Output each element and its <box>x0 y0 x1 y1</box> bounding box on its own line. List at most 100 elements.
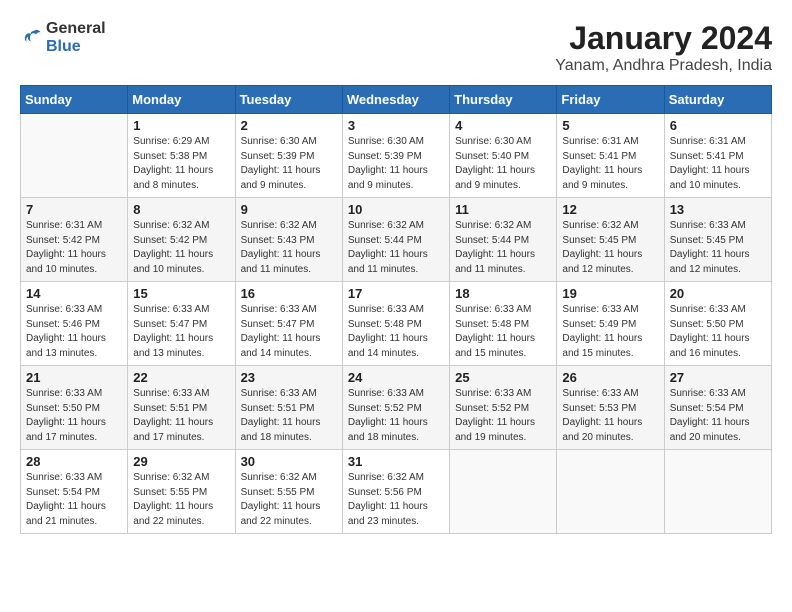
day-info: Sunrise: 6:33 AMSunset: 5:47 PMDaylight:… <box>133 303 229 361</box>
calendar-table: SundayMondayTuesdayWednesdayThursdayFrid… <box>20 85 772 534</box>
calendar-cell: 23 Sunrise: 6:33 AMSunset: 5:51 PMDayligh… <box>235 366 342 450</box>
calendar-cell: 9 Sunrise: 6:32 AMSunset: 5:43 PMDaylight… <box>235 198 342 282</box>
calendar-cell: 30 Sunrise: 6:32 AMSunset: 5:55 PMDayligh… <box>235 450 342 534</box>
calendar-cell: 21 Sunrise: 6:33 AMSunset: 5:50 PMDayligh… <box>21 366 128 450</box>
day-number: 25 <box>455 370 551 385</box>
month-title: January 2024 <box>555 20 772 57</box>
day-number: 4 <box>455 118 551 133</box>
day-number: 8 <box>133 202 229 217</box>
calendar-week-row: 14 Sunrise: 6:33 AMSunset: 5:46 PMDayligh… <box>21 282 772 366</box>
day-number: 1 <box>133 118 229 133</box>
day-number: 19 <box>562 286 658 301</box>
day-number: 14 <box>26 286 122 301</box>
day-info: Sunrise: 6:32 AMSunset: 5:43 PMDaylight:… <box>241 219 337 277</box>
calendar-cell <box>557 450 664 534</box>
calendar-cell: 5Sunrise: 6:31 AMSunset: 5:41 PMDaylight… <box>557 114 664 198</box>
day-info: Sunrise: 6:32 AMSunset: 5:44 PMDaylight:… <box>348 219 444 277</box>
day-number: 23 <box>241 370 337 385</box>
day-info: Sunrise: 6:32 AMSunset: 5:56 PMDaylight:… <box>348 471 444 529</box>
calendar-header-row: SundayMondayTuesdayWednesdayThursdayFrid… <box>21 86 772 114</box>
calendar-cell: 22Sunrise: 6:33 AMSunset: 5:51 PMDayligh… <box>128 366 235 450</box>
day-info: Sunrise: 6:32 AMSunset: 5:55 PMDaylight:… <box>241 471 337 529</box>
calendar-cell: 6 Sunrise: 6:31 AMSunset: 5:41 PMDaylight… <box>664 114 771 198</box>
day-info: Sunrise: 6:32 AMSunset: 5:44 PMDaylight:… <box>455 219 551 277</box>
day-info: Sunrise: 6:33 AMSunset: 5:46 PMDaylight:… <box>26 303 122 361</box>
day-info: Sunrise: 6:33 AMSunset: 5:50 PMDaylight:… <box>670 303 766 361</box>
calendar-cell: 8Sunrise: 6:32 AMSunset: 5:42 PMDaylight… <box>128 198 235 282</box>
day-number: 22 <box>133 370 229 385</box>
day-info: Sunrise: 6:31 AMSunset: 5:41 PMDaylight:… <box>562 135 658 193</box>
day-info: Sunrise: 6:33 AMSunset: 5:51 PMDaylight:… <box>241 387 337 445</box>
day-info: Sunrise: 6:33 AMSunset: 5:45 PMDaylight:… <box>670 219 766 277</box>
calendar-cell: 17 Sunrise: 6:33 AMSunset: 5:48 PMDayligh… <box>342 282 449 366</box>
calendar-week-row: 7 Sunrise: 6:31 AMSunset: 5:42 PMDaylight… <box>21 198 772 282</box>
logo: General Blue <box>20 20 106 56</box>
day-number: 15 <box>133 286 229 301</box>
calendar-cell: 4 Sunrise: 6:30 AMSunset: 5:40 PMDaylight… <box>450 114 557 198</box>
day-number: 10 <box>348 202 444 217</box>
calendar-cell: 13 Sunrise: 6:33 AMSunset: 5:45 PMDayligh… <box>664 198 771 282</box>
day-number: 30 <box>241 454 337 469</box>
calendar-cell: 1 Sunrise: 6:29 AMSunset: 5:38 PMDaylight… <box>128 114 235 198</box>
calendar-cell: 26Sunrise: 6:33 AMSunset: 5:53 PMDayligh… <box>557 366 664 450</box>
day-number: 29 <box>133 454 229 469</box>
calendar-cell: 18 Sunrise: 6:33 AMSunset: 5:48 PMDayligh… <box>450 282 557 366</box>
calendar-cell: 16Sunrise: 6:33 AMSunset: 5:47 PMDayligh… <box>235 282 342 366</box>
calendar-header-friday: Friday <box>557 86 664 114</box>
day-info: Sunrise: 6:33 AMSunset: 5:48 PMDaylight:… <box>455 303 551 361</box>
calendar-cell: 27Sunrise: 6:33 AMSunset: 5:54 PMDayligh… <box>664 366 771 450</box>
day-info: Sunrise: 6:30 AMSunset: 5:39 PMDaylight:… <box>348 135 444 193</box>
day-info: Sunrise: 6:30 AMSunset: 5:39 PMDaylight:… <box>241 135 337 193</box>
page-header: General Blue January 2024 Yanam, Andhra … <box>20 20 772 75</box>
day-number: 24 <box>348 370 444 385</box>
logo-general: General <box>46 20 106 38</box>
day-number: 11 <box>455 202 551 217</box>
calendar-week-row: 28Sunrise: 6:33 AMSunset: 5:54 PMDayligh… <box>21 450 772 534</box>
title-block: January 2024 Yanam, Andhra Pradesh, Indi… <box>555 20 772 75</box>
calendar-week-row: 21 Sunrise: 6:33 AMSunset: 5:50 PMDayligh… <box>21 366 772 450</box>
calendar-header-sunday: Sunday <box>21 86 128 114</box>
calendar-cell <box>21 114 128 198</box>
calendar-cell <box>664 450 771 534</box>
day-number: 13 <box>670 202 766 217</box>
calendar-cell <box>450 450 557 534</box>
day-number: 2 <box>241 118 337 133</box>
calendar-cell: 10 Sunrise: 6:32 AMSunset: 5:44 PMDayligh… <box>342 198 449 282</box>
day-number: 17 <box>348 286 444 301</box>
calendar-cell: 29 Sunrise: 6:32 AMSunset: 5:55 PMDayligh… <box>128 450 235 534</box>
logo-blue: Blue <box>46 38 106 56</box>
calendar-cell: 31Sunrise: 6:32 AMSunset: 5:56 PMDayligh… <box>342 450 449 534</box>
day-info: Sunrise: 6:33 AMSunset: 5:50 PMDaylight:… <box>26 387 122 445</box>
day-info: Sunrise: 6:29 AMSunset: 5:38 PMDaylight:… <box>133 135 229 193</box>
day-number: 6 <box>670 118 766 133</box>
day-number: 18 <box>455 286 551 301</box>
calendar-week-row: 1 Sunrise: 6:29 AMSunset: 5:38 PMDaylight… <box>21 114 772 198</box>
calendar-header-thursday: Thursday <box>450 86 557 114</box>
day-info: Sunrise: 6:32 AMSunset: 5:55 PMDaylight:… <box>133 471 229 529</box>
day-info: Sunrise: 6:33 AMSunset: 5:48 PMDaylight:… <box>348 303 444 361</box>
day-info: Sunrise: 6:30 AMSunset: 5:40 PMDaylight:… <box>455 135 551 193</box>
day-info: Sunrise: 6:32 AMSunset: 5:45 PMDaylight:… <box>562 219 658 277</box>
calendar-cell: 20 Sunrise: 6:33 AMSunset: 5:50 PMDayligh… <box>664 282 771 366</box>
day-info: Sunrise: 6:31 AMSunset: 5:42 PMDaylight:… <box>26 219 122 277</box>
logo-bird-icon <box>20 27 42 49</box>
day-number: 21 <box>26 370 122 385</box>
day-info: Sunrise: 6:33 AMSunset: 5:54 PMDaylight:… <box>670 387 766 445</box>
day-info: Sunrise: 6:33 AMSunset: 5:49 PMDaylight:… <box>562 303 658 361</box>
calendar-header-monday: Monday <box>128 86 235 114</box>
calendar-cell: 25 Sunrise: 6:33 AMSunset: 5:52 PMDayligh… <box>450 366 557 450</box>
day-number: 9 <box>241 202 337 217</box>
day-info: Sunrise: 6:31 AMSunset: 5:41 PMDaylight:… <box>670 135 766 193</box>
day-number: 3 <box>348 118 444 133</box>
day-number: 26 <box>562 370 658 385</box>
calendar-cell: 24Sunrise: 6:33 AMSunset: 5:52 PMDayligh… <box>342 366 449 450</box>
calendar-header-tuesday: Tuesday <box>235 86 342 114</box>
calendar-cell: 14 Sunrise: 6:33 AMSunset: 5:46 PMDayligh… <box>21 282 128 366</box>
day-number: 7 <box>26 202 122 217</box>
day-number: 16 <box>241 286 337 301</box>
calendar-body: 1 Sunrise: 6:29 AMSunset: 5:38 PMDaylight… <box>21 114 772 534</box>
day-info: Sunrise: 6:33 AMSunset: 5:52 PMDaylight:… <box>455 387 551 445</box>
day-number: 28 <box>26 454 122 469</box>
calendar-cell: 28Sunrise: 6:33 AMSunset: 5:54 PMDayligh… <box>21 450 128 534</box>
day-number: 20 <box>670 286 766 301</box>
